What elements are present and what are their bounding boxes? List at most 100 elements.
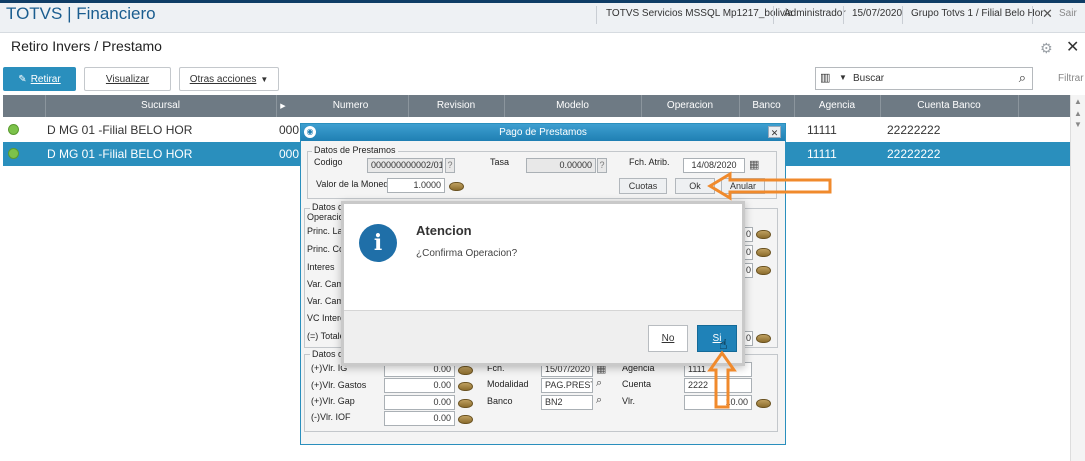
dialog-title: Pago de Prestamos bbox=[499, 127, 587, 138]
cell-numero: 000 bbox=[279, 123, 300, 137]
pencil-icon: ✎ bbox=[18, 73, 27, 85]
grid-header: Sucursal ▶ Numero Revision Modelo Operac… bbox=[3, 95, 1070, 117]
modal-title: Atencion bbox=[416, 223, 472, 238]
search-box[interactable]: ▥ ▼ Buscar ⌕ bbox=[815, 67, 1033, 90]
tasa-field[interactable]: 0.00000 bbox=[526, 158, 596, 173]
otras-acciones-label: Otras acciones bbox=[189, 73, 257, 85]
divider bbox=[1032, 6, 1033, 24]
col-cuenta-banco[interactable]: Cuenta Banco bbox=[880, 100, 1018, 111]
help-icon[interactable]: ? bbox=[597, 158, 607, 173]
visualizar-label: Visualizar bbox=[105, 73, 150, 85]
exit-link[interactable]: Sair bbox=[1059, 8, 1077, 19]
status-ok-icon bbox=[8, 124, 19, 135]
cell-numero: 000 bbox=[279, 147, 300, 161]
filter-link[interactable]: Filtrar bbox=[1058, 73, 1084, 84]
vlr-label: Vlr. bbox=[622, 396, 636, 406]
caret-down-icon[interactable]: ▼ bbox=[839, 73, 847, 82]
valor-moneda-field[interactable]: 1.0000 bbox=[387, 178, 445, 193]
cuenta-label: Cuenta bbox=[622, 379, 652, 389]
modalidad-field[interactable]: PAG.PREST. bbox=[541, 378, 593, 393]
visualizar-button[interactable]: Visualizar bbox=[84, 67, 171, 91]
codigo-label: Codigo bbox=[314, 157, 343, 167]
modalidad-label: Modalidad bbox=[487, 379, 529, 389]
var-cam-label: Var. Cam bbox=[307, 279, 344, 289]
environment-label: TOTVS Servicios MSSQL Mp1217_bolivia bbox=[606, 8, 793, 19]
cell-agencia: 11111 bbox=[807, 147, 837, 161]
vlr-gap-field[interactable]: 0.00 bbox=[384, 395, 455, 410]
fch-atrib-label: Fch. Atrib. bbox=[629, 157, 670, 167]
modal-message: ¿Confirma Operacion? bbox=[416, 248, 518, 259]
currency-icon[interactable] bbox=[458, 366, 473, 375]
currency-icon[interactable] bbox=[458, 382, 473, 391]
tasa-label: Tasa bbox=[490, 157, 510, 167]
group-label: Datos d bbox=[310, 202, 346, 212]
search-input[interactable]: Buscar bbox=[853, 73, 884, 84]
annotation-arrows bbox=[707, 171, 832, 409]
divider bbox=[596, 6, 597, 24]
divider bbox=[843, 6, 844, 24]
cuotas-button[interactable]: Cuotas bbox=[619, 178, 667, 194]
princ-co-label: Princ. Co bbox=[307, 244, 345, 254]
no-button[interactable]: No bbox=[648, 325, 688, 352]
close-page-icon[interactable]: ✕ bbox=[1066, 37, 1079, 57]
valor-moneda-label: Valor de la Moneda bbox=[316, 179, 394, 189]
cell-sucursal: D MG 01 -Filial BELO HOR bbox=[47, 147, 193, 161]
col-sucursal[interactable]: Sucursal bbox=[45, 100, 276, 111]
info-icon: i bbox=[359, 224, 397, 262]
app-brand: TOTVS | Financiero bbox=[6, 4, 156, 23]
currency-icon[interactable] bbox=[458, 399, 473, 408]
divider bbox=[773, 6, 774, 24]
col-agencia[interactable]: Agencia bbox=[794, 100, 880, 111]
search-icon[interactable]: ⌕ bbox=[1019, 70, 1026, 86]
dialog-close-icon[interactable]: ✕ bbox=[768, 126, 781, 138]
vlr-iof-field[interactable]: 0.00 bbox=[384, 411, 455, 426]
col-banco[interactable]: Banco bbox=[739, 100, 794, 111]
col-numero[interactable]: Numero bbox=[293, 100, 408, 111]
vlr-gastos-field[interactable]: 0.00 bbox=[384, 378, 455, 393]
cell-cuenta: 22222222 bbox=[887, 147, 941, 161]
codigo-field[interactable]: 000000000002/01 bbox=[367, 158, 443, 173]
close-icon[interactable]: ✕ bbox=[1042, 6, 1053, 22]
help-icon[interactable]: ? bbox=[445, 158, 455, 173]
princ-la-label: Princ. La bbox=[307, 226, 343, 236]
dialog-titlebar: Pago de Prestamos bbox=[301, 124, 785, 141]
banco-field[interactable]: BN2 bbox=[541, 395, 593, 410]
modal-footer: No Si ☝ bbox=[344, 310, 742, 363]
branch-label: Grupo Totvs 1 / Filial Belo Hor bbox=[911, 8, 1044, 19]
currency-icon[interactable] bbox=[458, 415, 473, 424]
retirar-label: Retirar bbox=[30, 73, 61, 85]
vertical-scrollbar[interactable]: ▲ ▲ ▼ bbox=[1070, 95, 1085, 461]
otras-acciones-dropdown[interactable]: Otras acciones ▼ bbox=[179, 67, 279, 91]
arrow-up-icon bbox=[707, 350, 737, 409]
lookup-icon[interactable]: ⌕ bbox=[596, 377, 602, 390]
scroll-up-icon[interactable]: ▲ bbox=[1074, 109, 1082, 118]
lookup-icon[interactable]: ⌕ bbox=[596, 394, 602, 407]
group-label: Datos d bbox=[310, 349, 346, 359]
totales-label: (=) Totale bbox=[307, 331, 345, 341]
divider bbox=[902, 6, 903, 24]
vlr-iof-label: (-)Vlr. IOF bbox=[311, 412, 351, 422]
col-operacion[interactable]: Operacion bbox=[641, 100, 739, 111]
arrow-left-icon bbox=[707, 171, 832, 201]
settings-icon[interactable]: ⚙ bbox=[1040, 40, 1053, 57]
banco-label: Banco bbox=[487, 396, 513, 406]
col-revision[interactable]: Revision bbox=[408, 100, 504, 111]
col-modelo[interactable]: Modelo bbox=[504, 100, 641, 111]
sort-arrow-icon[interactable]: ▶ bbox=[278, 102, 288, 110]
no-label: No bbox=[661, 333, 675, 344]
app-logo-icon: ◉ bbox=[304, 126, 316, 138]
confirm-modal: i Atencion ¿Confirma Operacion? No Si ☝ bbox=[341, 201, 745, 366]
scroll-down-icon[interactable]: ▼ bbox=[1074, 120, 1082, 129]
retirar-button[interactable]: ✎ Retirar bbox=[3, 67, 76, 91]
columns-icon[interactable]: ▥ bbox=[820, 71, 830, 84]
interes-label: Interes bbox=[307, 262, 335, 272]
cell-agencia: 11111 bbox=[807, 123, 837, 137]
cell-sucursal: D MG 01 -Filial BELO HOR bbox=[47, 123, 193, 137]
scroll-top-icon[interactable]: ▲ bbox=[1074, 97, 1082, 106]
vlr-gastos-label: (+)Vlr. Gastos bbox=[311, 380, 367, 390]
group-label: Datos de Prestamos bbox=[312, 145, 398, 155]
cell-cuenta: 22222222 bbox=[887, 123, 941, 137]
vlr-gap-label: (+)Vlr. Gap bbox=[311, 396, 355, 406]
currency-icon[interactable] bbox=[449, 182, 464, 191]
page-title: Retiro Invers / Prestamo bbox=[11, 38, 162, 54]
